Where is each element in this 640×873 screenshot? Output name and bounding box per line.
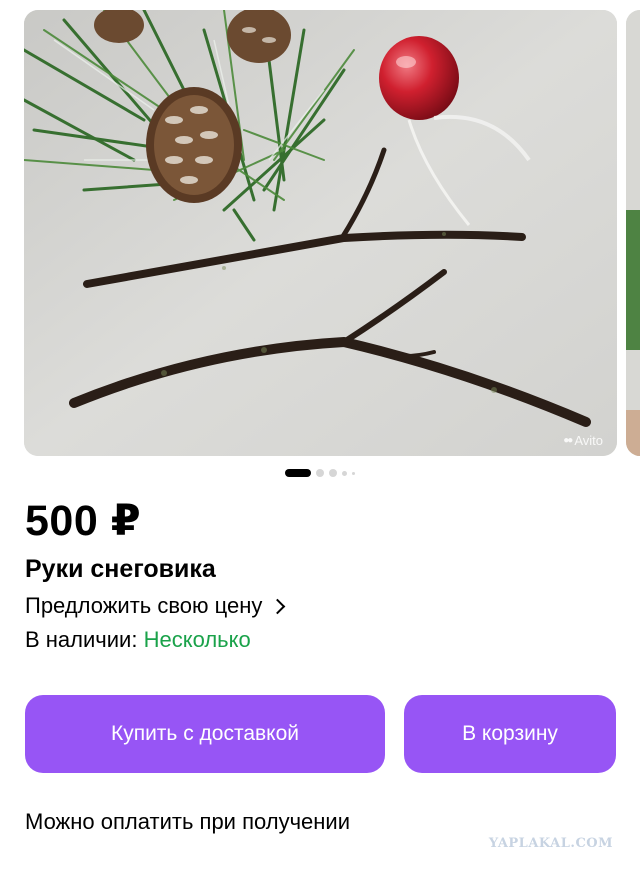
product-photo[interactable]: ●● Avito xyxy=(24,10,617,456)
pager-dot xyxy=(329,469,337,477)
avito-watermark: ●● Avito xyxy=(563,433,603,448)
offer-price-link[interactable]: Предложить свою цену xyxy=(25,593,286,619)
chevron-right-icon xyxy=(270,598,286,614)
availability: В наличии: Несколько xyxy=(25,627,251,653)
gallery-pager xyxy=(0,469,640,477)
pager-dot xyxy=(316,469,324,477)
pager-dot-active xyxy=(285,469,311,477)
buy-with-delivery-button[interactable]: Купить с доставкой xyxy=(25,695,385,773)
avito-logo-icon: ●● xyxy=(563,435,573,446)
offer-price-label: Предложить свою цену xyxy=(25,593,263,618)
site-watermark: YAPLAKAL.COM xyxy=(488,836,613,851)
add-to-cart-button[interactable]: В корзину xyxy=(404,695,616,773)
pager-dot xyxy=(342,470,347,476)
avito-watermark-text: Avito xyxy=(574,433,603,448)
availability-value: Несколько xyxy=(143,627,251,652)
payment-note: Можно оплатить при получении xyxy=(25,809,351,834)
pager-dot xyxy=(352,471,355,475)
listing-price: 500 ₽ xyxy=(25,497,142,545)
product-photo-image xyxy=(24,10,617,456)
availability-label: В наличии: xyxy=(25,627,138,652)
listing-title: Руки снеговика xyxy=(25,555,216,583)
buy-with-delivery-label: Купить с доставкой xyxy=(110,722,300,745)
photo-gallery[interactable]: ●● Avito xyxy=(0,0,640,462)
next-photo-preview[interactable] xyxy=(626,10,640,456)
add-to-cart-label: В корзину xyxy=(462,722,558,745)
